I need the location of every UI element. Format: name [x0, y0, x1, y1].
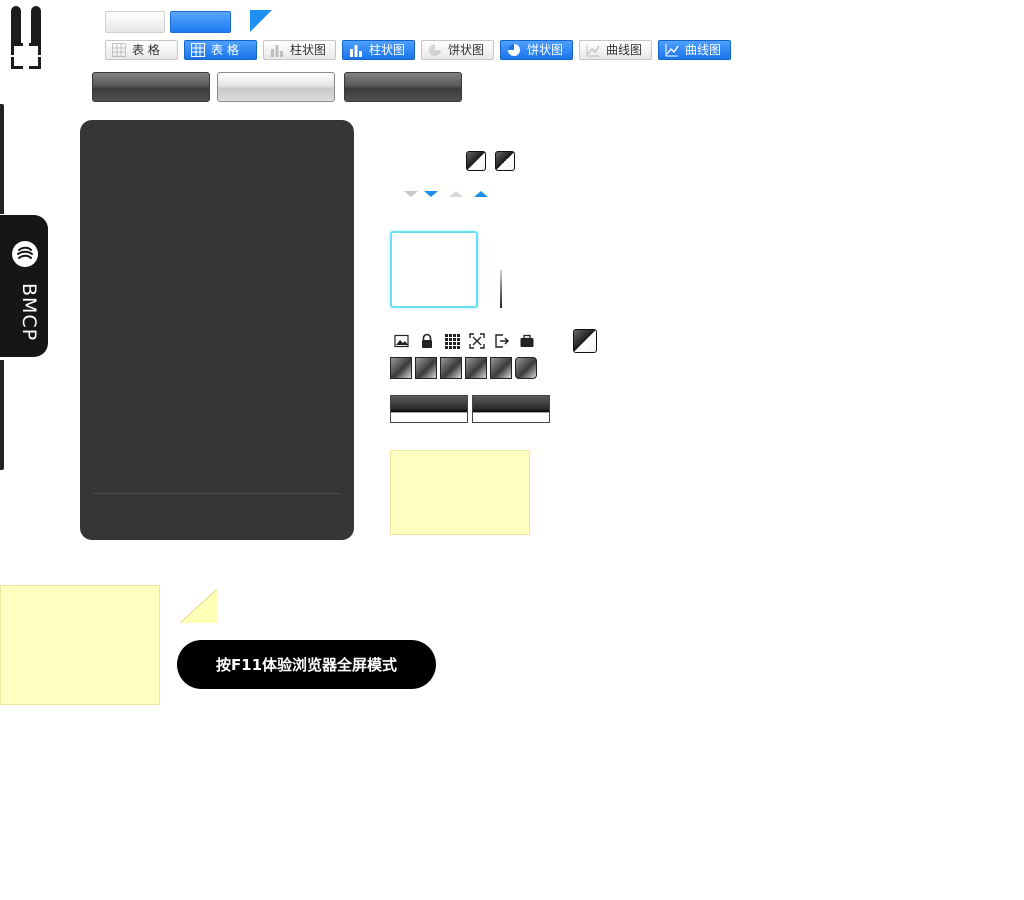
toggle-label: 表 格	[211, 43, 239, 57]
toggle-square-icon[interactable]	[573, 329, 597, 353]
toggle-bar-chart-active[interactable]: 柱状图	[342, 40, 415, 60]
corner-flag-icon	[250, 10, 272, 32]
export-icon[interactable]	[494, 333, 510, 349]
arrow-up-icon[interactable]	[449, 191, 463, 197]
export-tool-icon[interactable]	[490, 357, 512, 379]
toggle-line-chart[interactable]: 曲线图	[579, 40, 652, 60]
briefcase-tool-icon[interactable]	[515, 357, 537, 379]
lock-icon[interactable]	[419, 333, 435, 349]
image-tool-icon[interactable]	[390, 357, 412, 379]
tab-dark-1[interactable]	[92, 72, 210, 102]
plain-button[interactable]	[105, 11, 165, 33]
fullscreen-hint-label: 按F11体验浏览器全屏模式	[215, 656, 398, 674]
sticky-note	[0, 585, 160, 705]
pie-chart-icon	[507, 43, 521, 57]
toggle-label: 表 格	[132, 43, 160, 57]
toggle-table[interactable]: 表 格	[105, 40, 178, 60]
briefcase-icon[interactable]	[519, 333, 535, 349]
toggle-bar-chart[interactable]: 柱状图	[263, 40, 336, 60]
brand-logo-icon	[12, 241, 38, 267]
toggle-label: 柱状图	[369, 43, 406, 57]
toggle-pie-chart[interactable]: 饼状图	[421, 40, 494, 60]
arrow-down-icon[interactable]	[404, 191, 418, 197]
grid-icon[interactable]	[444, 333, 460, 349]
table-icon	[191, 43, 205, 57]
toggle-square-icon[interactable]	[466, 151, 486, 171]
fullscreen-hint-button[interactable]: 按F11体验浏览器全屏模式	[177, 640, 436, 689]
line-chart-icon	[586, 43, 600, 57]
dark-bar-button[interactable]	[472, 395, 550, 423]
blue-button[interactable]	[170, 11, 231, 33]
toggle-label: 柱状图	[290, 43, 327, 57]
toggle-label: 曲线图	[606, 43, 643, 57]
tab-light[interactable]	[217, 72, 335, 102]
bracket-top-icon	[11, 0, 41, 44]
panel-divider	[93, 493, 341, 494]
toggle-line-chart-active[interactable]: 曲线图	[658, 40, 731, 60]
pie-chart-icon	[428, 43, 442, 57]
line-chart-icon	[665, 43, 679, 57]
slider-line	[500, 270, 502, 308]
toggle-pie-chart-active[interactable]: 饼状图	[500, 40, 573, 60]
sticky-note	[390, 450, 530, 535]
arrow-down-active-icon[interactable]	[424, 191, 438, 197]
image-icon[interactable]	[394, 333, 410, 349]
bracket-bottom-icon	[11, 43, 41, 69]
focus-frame[interactable]	[390, 231, 478, 308]
page-fold-edge	[180, 589, 217, 623]
fullscreen-icon[interactable]	[469, 333, 485, 349]
fullscreen-tool-icon[interactable]	[465, 357, 487, 379]
tab-dark-2[interactable]	[344, 72, 462, 102]
table-icon	[112, 43, 126, 57]
toggle-label: 饼状图	[527, 43, 564, 57]
grid-tool-icon[interactable]	[440, 357, 462, 379]
content-panel	[80, 120, 354, 540]
dark-bar-button[interactable]	[390, 395, 468, 423]
toggle-label: 曲线图	[685, 43, 722, 57]
side-rail-bottom	[0, 360, 4, 470]
lock-tool-icon[interactable]	[415, 357, 437, 379]
bar-chart-icon	[349, 43, 363, 57]
bar-chart-icon	[270, 43, 284, 57]
arrow-up-active-icon[interactable]	[474, 191, 488, 197]
toggle-table-active[interactable]: 表 格	[184, 40, 257, 60]
side-rail-top	[0, 104, 4, 214]
toggle-square-icon[interactable]	[495, 151, 515, 171]
side-tab-label: BMCP	[18, 283, 40, 342]
toggle-label: 饼状图	[448, 43, 485, 57]
